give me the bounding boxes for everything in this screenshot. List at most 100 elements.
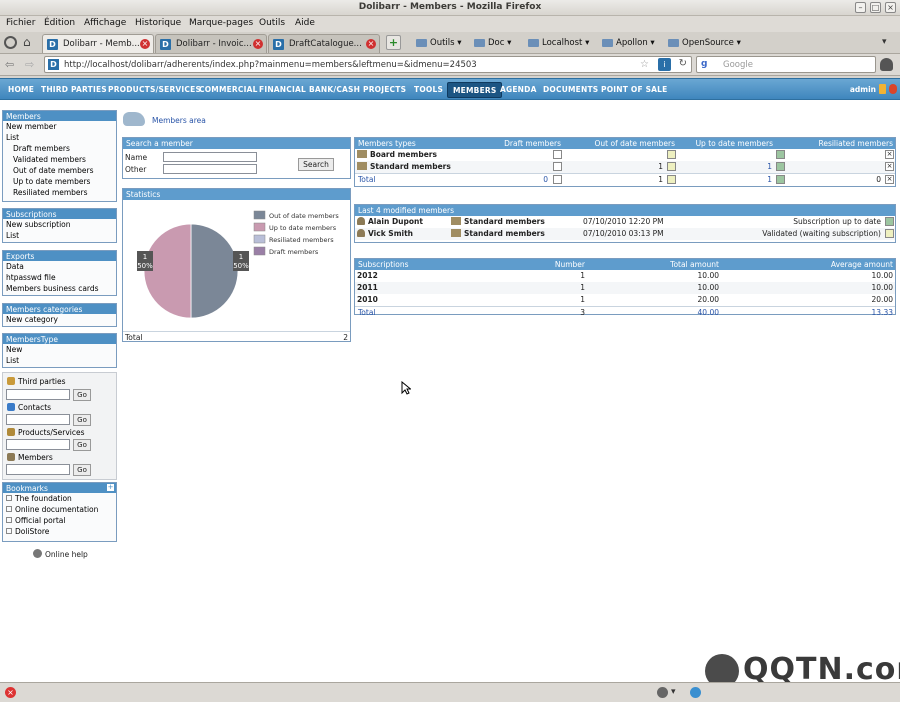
stop-icon[interactable]: ×: [5, 687, 16, 698]
bookmark-online-documentation[interactable]: Online documentation: [3, 504, 116, 515]
menu-historique[interactable]: Historique: [135, 18, 181, 28]
search-button[interactable]: Search: [298, 158, 334, 171]
subscription-year-link[interactable]: 2012: [357, 271, 378, 280]
leftmenu-new-type[interactable]: New: [3, 344, 116, 355]
topmenu-bank-cash[interactable]: BANK/CASH: [309, 85, 360, 94]
sync-status-icon[interactable]: [690, 687, 701, 698]
topmenu-tools[interactable]: TOOLS: [414, 85, 443, 94]
contacts-search-input[interactable]: [6, 414, 70, 425]
leftmenu-resiliated-members[interactable]: Resiliated members: [3, 187, 116, 198]
info-icon[interactable]: i: [658, 58, 671, 71]
tab-draft-catalogue[interactable]: D DraftCatalogue... ×: [268, 34, 380, 53]
contacts-go-button[interactable]: Go: [73, 414, 91, 426]
menu-aide[interactable]: Aide: [295, 18, 315, 28]
reload-icon[interactable]: ↻: [679, 58, 687, 69]
leftmenu-types-title[interactable]: MembersType: [3, 334, 116, 344]
leftmenu-exports-title[interactable]: Exports: [3, 251, 116, 261]
topmenu-commercial[interactable]: COMMERCIAL: [199, 85, 258, 94]
third-parties-go-button[interactable]: Go: [73, 389, 91, 401]
user-login[interactable]: admin: [850, 85, 876, 94]
type-name-link[interactable]: Board members: [357, 150, 437, 159]
url-bar[interactable]: D http://localhost/dolibarr/adherents/in…: [44, 56, 692, 73]
subscription-year-link[interactable]: 2010: [357, 295, 378, 304]
leftmenu-types-list[interactable]: List: [3, 355, 116, 366]
tab-dolibarr-members[interactable]: D Dolibarr - Memb... ×: [42, 34, 154, 53]
leftmenu-draft-members[interactable]: Draft members: [3, 143, 116, 154]
member-type-link[interactable]: Standard members: [451, 229, 545, 238]
forward-arrow-icon[interactable]: ⇨: [25, 58, 34, 71]
member-name-link[interactable]: Alain Dupont: [357, 217, 423, 226]
members-go-button[interactable]: Go: [73, 464, 91, 476]
member-type-link[interactable]: Standard members: [451, 217, 545, 226]
online-help-link[interactable]: Online help: [33, 549, 88, 559]
topmenu-projects[interactable]: PROJECTS: [363, 85, 406, 94]
bookmark-star-icon[interactable]: ☆: [640, 59, 649, 70]
up-to-date-count[interactable]: 1: [767, 162, 772, 171]
logout-icon[interactable]: [889, 84, 897, 94]
type-name-link[interactable]: Standard members: [357, 162, 451, 171]
home-icon[interactable]: ⌂: [23, 36, 31, 48]
maximize-button[interactable]: □: [870, 2, 881, 13]
name-input[interactable]: [163, 152, 257, 162]
topmenu-products-services[interactable]: PRODUCTS/SERVICES: [108, 85, 201, 94]
bookmark-localhost[interactable]: Localhost ▾: [528, 38, 589, 48]
menu-marque-pages[interactable]: Marque-pages: [189, 18, 253, 28]
menu-fichier[interactable]: Fichier: [6, 18, 35, 28]
new-tab-plus-icon[interactable]: +: [386, 35, 401, 50]
bookmark-outils[interactable]: Outils ▾: [416, 38, 462, 48]
leftmenu-out-of-date-members[interactable]: Out of date members: [3, 165, 116, 176]
topmenu-members[interactable]: MEMBERS: [447, 82, 503, 98]
minimize-button[interactable]: –: [855, 2, 866, 13]
leftmenu-validated-members[interactable]: Validated members: [3, 154, 116, 165]
topmenu-agenda[interactable]: AGENDA: [500, 85, 537, 94]
topmenu-third-parties[interactable]: THIRD PARTIES: [41, 85, 107, 94]
bookmark-dolistore[interactable]: DoliStore: [3, 526, 116, 537]
leftmenu-business-cards[interactable]: Members business cards: [3, 283, 116, 294]
tab-list-chevron-icon[interactable]: ▾: [882, 37, 887, 47]
leftmenu-htpasswd-file[interactable]: htpasswd file: [3, 272, 116, 283]
addon-menu-chevron-icon[interactable]: ▾: [671, 687, 676, 697]
products-search-input[interactable]: [6, 439, 70, 450]
search-bar[interactable]: g Google: [696, 56, 876, 73]
topmenu-documents[interactable]: DOCUMENTS: [543, 85, 598, 94]
menu-affichage[interactable]: Affichage: [84, 18, 126, 28]
leftmenu-export-data[interactable]: Data: [3, 261, 116, 272]
members-area-icon: [123, 112, 145, 126]
products-go-button[interactable]: Go: [73, 439, 91, 451]
bookmark-doc[interactable]: Doc ▾: [474, 38, 511, 48]
third-parties-search-input[interactable]: [6, 389, 70, 400]
menu-edition[interactable]: Édition: [44, 18, 75, 28]
topmenu-financial[interactable]: FINANCIAL: [259, 85, 306, 94]
close-tab-icon[interactable]: ×: [366, 39, 376, 49]
menu-outils[interactable]: Outils: [259, 18, 285, 28]
history-clock-icon[interactable]: [4, 36, 17, 49]
subscription-year-link[interactable]: 2011: [357, 283, 378, 292]
leftmenu-new-subscription[interactable]: New subscription: [3, 219, 116, 230]
close-tab-icon[interactable]: ×: [253, 39, 263, 49]
topmenu-point-of-sale[interactable]: POINT OF SALE: [601, 85, 668, 94]
leftmenu-up-to-date-members[interactable]: Up to date members: [3, 176, 116, 187]
bookmark-apollon[interactable]: Apollon ▾: [602, 38, 655, 48]
leftmenu-subscriptions-title[interactable]: Subscriptions: [3, 209, 116, 219]
members-search-input[interactable]: [6, 464, 70, 475]
user-info-icon[interactable]: [879, 84, 886, 94]
leftmenu-categories-title[interactable]: Members categories: [3, 304, 116, 314]
leftmenu-new-category[interactable]: New category: [3, 314, 116, 325]
bookmark-the-foundation[interactable]: The foundation: [3, 493, 116, 504]
addon-status-icon[interactable]: [657, 687, 668, 698]
member-name-link[interactable]: Vick Smith: [357, 229, 413, 238]
back-arrow-icon[interactable]: ⇦: [5, 58, 14, 71]
leftmenu-members-list[interactable]: List: [3, 132, 116, 143]
topmenu-home[interactable]: HOME: [8, 85, 34, 94]
close-button[interactable]: ×: [885, 2, 896, 13]
tab-dolibarr-invoices[interactable]: D Dolibarr - Invoic... ×: [155, 34, 267, 53]
bookmark-opensource[interactable]: OpenSource ▾: [668, 38, 741, 48]
bookmark-add-icon[interactable]: +: [107, 484, 114, 491]
other-input[interactable]: [163, 164, 257, 174]
leftmenu-subscriptions-list[interactable]: List: [3, 230, 116, 241]
addon-icon[interactable]: [880, 58, 893, 71]
leftmenu-members-title[interactable]: Members: [3, 111, 116, 121]
close-tab-icon[interactable]: ×: [140, 39, 150, 49]
bookmark-official-portal[interactable]: Official portal: [3, 515, 116, 526]
leftmenu-new-member[interactable]: New member: [3, 121, 116, 132]
